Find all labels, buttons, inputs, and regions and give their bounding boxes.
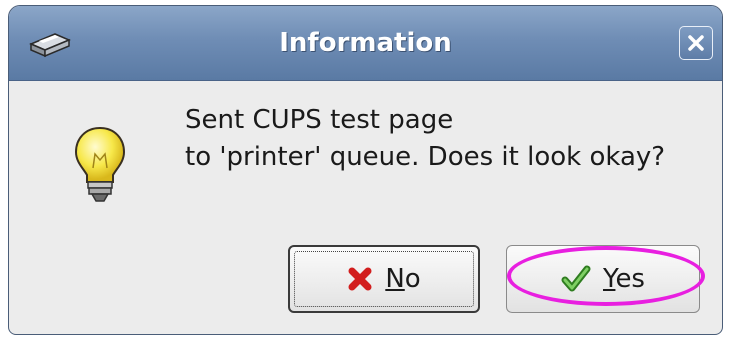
message-line-1: Sent CUPS test page <box>185 105 454 135</box>
message-line-2: to 'printer' queue. Does it look okay? <box>185 142 666 172</box>
lightbulb-icon <box>74 126 126 202</box>
information-dialog: Information Sent CUPS test page to 'prin… <box>8 5 723 335</box>
title-bar[interactable]: Information <box>9 6 722 81</box>
message-text: Sent CUPS test page to 'printer' queue. … <box>185 102 665 176</box>
yes-button[interactable]: Yes <box>506 245 700 313</box>
yes-button-label: Yes <box>603 264 645 294</box>
close-icon <box>688 35 704 51</box>
dialog-title: Information <box>279 28 452 58</box>
close-button[interactable] <box>679 26 713 60</box>
no-button[interactable]: No <box>288 245 480 313</box>
green-checkmark-icon <box>561 265 591 292</box>
focus-ring <box>294 251 474 307</box>
